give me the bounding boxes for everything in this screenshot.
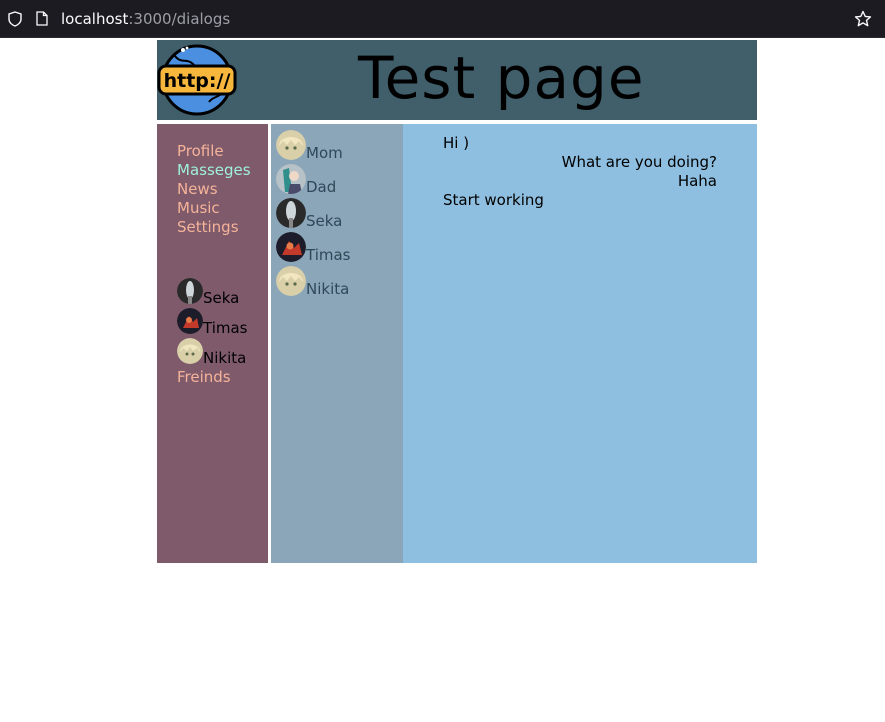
friend-item[interactable]: Timas [177,307,268,337]
dialog-name: Dad [306,178,337,196]
nav-item-music[interactable]: Music [177,199,268,218]
star-icon[interactable] [854,10,872,28]
avatar-dark-icon [276,198,306,228]
friend-item[interactable]: Nikita [177,337,268,367]
dialog-item-seka[interactable]: Seka [276,196,403,230]
nav-item-profile[interactable]: Profile [177,142,268,161]
nav-item-settings[interactable]: Settings [177,218,268,237]
logo-text: http:// [164,70,231,92]
friends-list: Seka Timas Nikita Freinds [177,277,268,387]
app-root: http:// Test page Profile Masseges News … [157,40,757,563]
avatar-red-icon [276,232,306,262]
page-title: Test page [358,44,645,112]
url-bar[interactable]: localhost:3000/dialogs [61,10,230,28]
page-header: http:// Test page [157,40,757,120]
avatar-blonde-icon [177,338,203,364]
avatar-dark-icon [177,278,203,304]
nav-item-friends[interactable]: Freinds [177,368,268,387]
avatar-blonde-icon [276,130,306,160]
page-icon [36,11,48,26]
friend-name: Nikita [203,349,247,367]
friend-name: Timas [203,319,248,337]
dialog-item-nikita[interactable]: Nikita [276,264,403,298]
message-item: Start working [443,191,544,209]
sidebar-nav: Profile Masseges News Music Settings Sek… [157,124,268,563]
dialog-name: Timas [306,246,351,264]
avatar-blonde-icon [276,266,306,296]
messages-panel: Hi ) What are you doing? Haha Start work… [403,124,757,563]
friend-name: Seka [203,289,240,307]
url-path: :3000/dialogs [128,10,231,28]
url-host: localhost [61,10,129,28]
dialog-name: Nikita [306,280,350,298]
message-item: What are you doing? [561,153,717,171]
avatar-red-icon [177,308,203,334]
nav-item-news[interactable]: News [177,180,268,199]
dialog-item-dad[interactable]: Dad [276,162,403,196]
message-item: Haha [677,172,717,190]
dialogs-list: Mom Dad Seka Timas Nikita [271,124,403,563]
avatar-teal-icon [276,164,306,194]
dialog-item-timas[interactable]: Timas [276,230,403,264]
dialog-item-mom[interactable]: Mom [276,128,403,162]
dialog-name: Mom [306,144,343,162]
friend-item[interactable]: Seka [177,277,268,307]
message-item: Hi ) [443,134,470,152]
http-logo-icon: http:// [157,44,237,116]
dialog-name: Seka [306,212,343,230]
shield-icon[interactable] [8,11,22,27]
browser-toolbar: localhost:3000/dialogs [0,0,885,38]
nav-item-messages[interactable]: Masseges [177,161,268,180]
